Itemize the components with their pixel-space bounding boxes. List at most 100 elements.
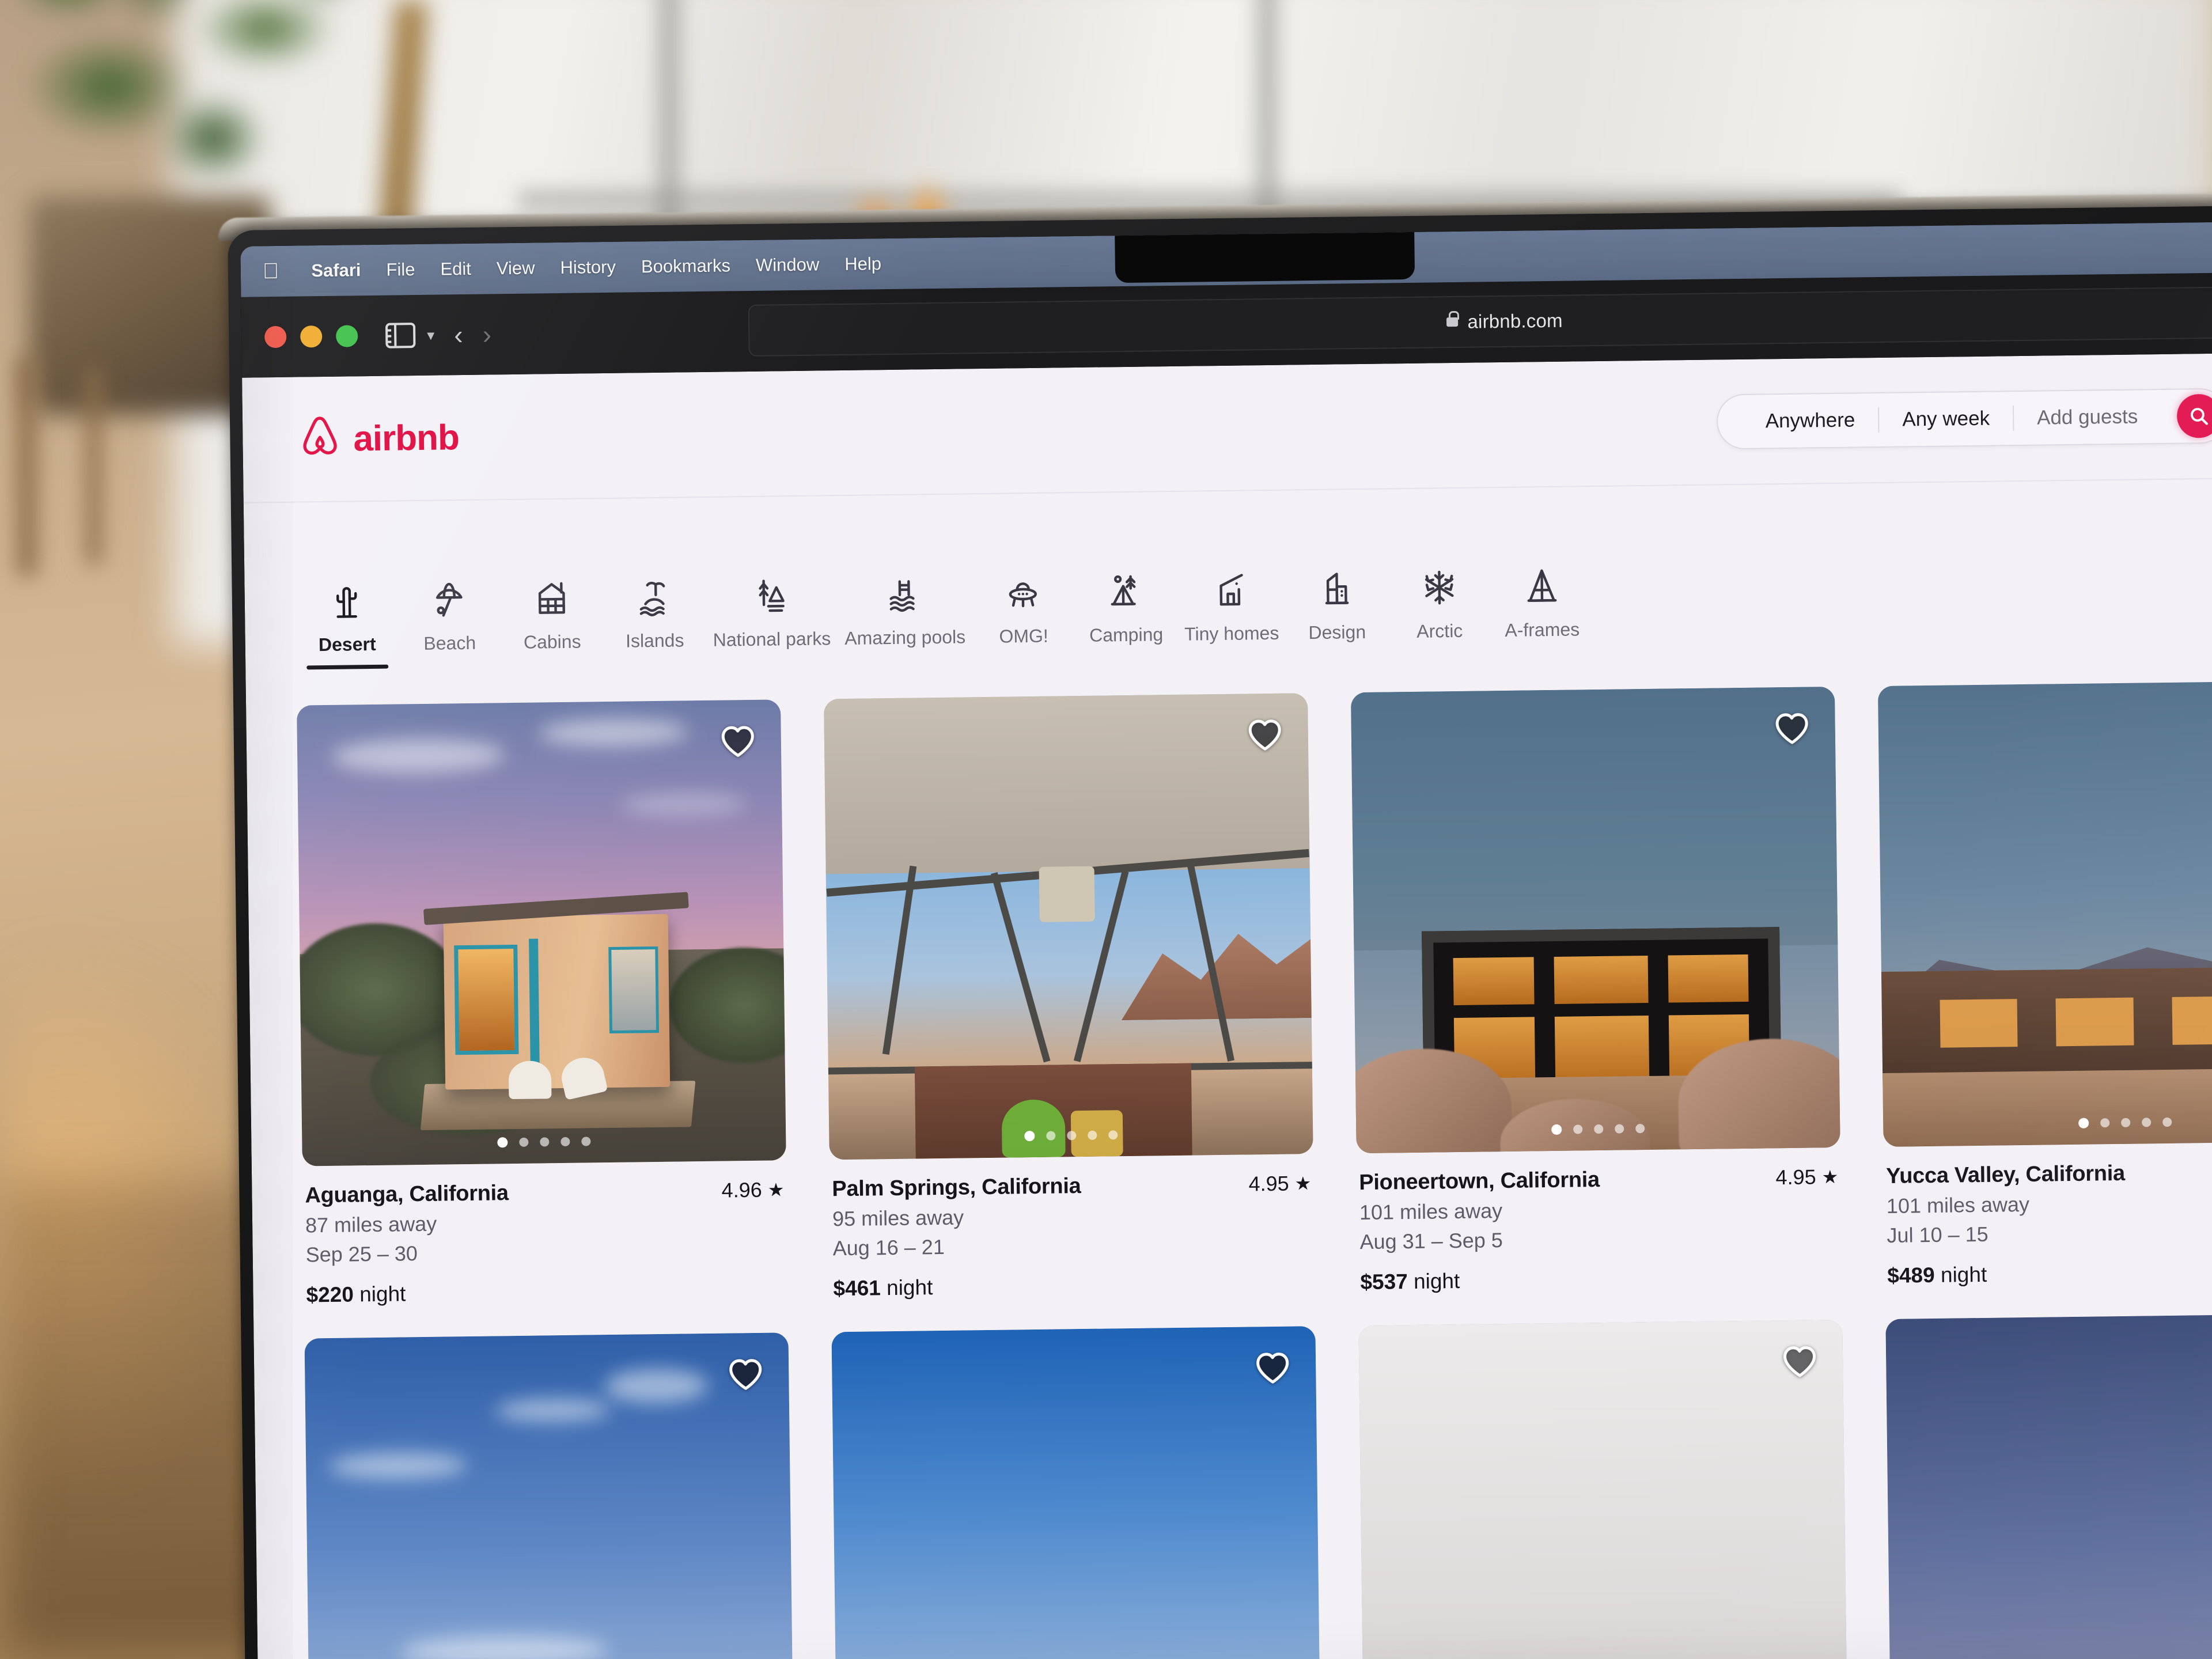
snowflake-icon bbox=[1421, 560, 1457, 608]
listing-photo[interactable] bbox=[1350, 686, 1840, 1154]
listing-photo[interactable] bbox=[1358, 1319, 1849, 1659]
menu-item-help[interactable]: Help bbox=[832, 253, 894, 275]
listing-dates: Aug 16 – 21 bbox=[832, 1234, 945, 1260]
close-button[interactable] bbox=[264, 325, 287, 349]
category-islands[interactable]: Islands bbox=[603, 570, 706, 666]
sidebar-toggle-icon[interactable] bbox=[385, 323, 416, 349]
menu-item-edit[interactable]: Edit bbox=[427, 259, 484, 280]
listing-info: Pioneertown, California 4.95 ★ 101 miles… bbox=[1357, 1147, 1842, 1294]
listing-price: $461 night bbox=[833, 1271, 1312, 1301]
category-amazing-pools[interactable]: Amazing pools bbox=[837, 566, 973, 663]
category-tiny-homes[interactable]: Tiny homes bbox=[1177, 563, 1286, 659]
listing-photo[interactable] bbox=[831, 1326, 1321, 1659]
category-beach[interactable]: Beach bbox=[397, 572, 501, 668]
back-arrow-icon[interactable]: ‹ bbox=[454, 319, 463, 350]
airbnb-page: airbnb Anywhere Any week Add guests Dese… bbox=[242, 353, 2212, 1659]
listing-card[interactable] bbox=[1885, 1313, 2212, 1659]
listing-card[interactable] bbox=[831, 1326, 1321, 1659]
listing-card[interactable] bbox=[304, 1332, 794, 1659]
forward-arrow-icon[interactable]: › bbox=[482, 319, 491, 350]
zoom-button[interactable] bbox=[336, 325, 358, 347]
listing-photo[interactable] bbox=[824, 693, 1313, 1160]
menu-item-history[interactable]: History bbox=[547, 257, 628, 279]
heart-icon[interactable] bbox=[1774, 711, 1810, 748]
listing-price: $537 night bbox=[1360, 1264, 1839, 1294]
heart-icon[interactable] bbox=[720, 724, 756, 761]
price-amount: $220 bbox=[306, 1282, 354, 1307]
listing-title: Palm Springs, California bbox=[832, 1174, 1081, 1202]
minimize-button[interactable] bbox=[300, 325, 323, 348]
listing-distance: 101 miles away bbox=[1886, 1192, 2030, 1218]
listing-distance: 95 miles away bbox=[832, 1205, 964, 1231]
heart-icon[interactable] bbox=[1247, 718, 1283, 755]
price-amount: $489 bbox=[1887, 1263, 1935, 1287]
screen-notch bbox=[1115, 232, 1415, 283]
listing-photo[interactable] bbox=[1877, 680, 2212, 1147]
star-icon: ★ bbox=[767, 1179, 785, 1200]
search-when[interactable]: Any week bbox=[1879, 407, 2013, 431]
photo-dots[interactable] bbox=[1551, 1123, 1645, 1135]
airbnb-wordmark: airbnb bbox=[353, 417, 460, 459]
photo-dots[interactable] bbox=[497, 1136, 591, 1148]
listing-info: Yucca Valley, California 4.95 ★ 101 mile… bbox=[1884, 1141, 2212, 1288]
category-arctic[interactable]: Arctic bbox=[1388, 560, 1491, 656]
chair-leg bbox=[86, 369, 101, 565]
listing-distance: 101 miles away bbox=[1359, 1199, 1503, 1225]
listing-info: Aguanga, California 4.96 ★ 87 miles away… bbox=[302, 1160, 788, 1307]
island-palm-icon bbox=[636, 570, 672, 618]
search-guests[interactable]: Add guests bbox=[2014, 405, 2161, 430]
pool-waves-icon bbox=[887, 567, 923, 615]
listing-price: $220 night bbox=[306, 1277, 785, 1307]
search-bar[interactable]: Anywhere Any week Add guests bbox=[1717, 388, 2212, 450]
menu-item-bookmarks[interactable]: Bookmarks bbox=[628, 255, 743, 277]
price-unit: night bbox=[1940, 1262, 1987, 1287]
url-text: airbnb.com bbox=[1467, 309, 1563, 332]
category-strip[interactable]: Desert Beach Cabins Islands National par… bbox=[244, 478, 2212, 670]
menu-item-safari[interactable]: Safari bbox=[298, 260, 374, 282]
listing-card[interactable] bbox=[1358, 1319, 1849, 1659]
site-header: airbnb Anywhere Any week Add guests bbox=[242, 353, 2212, 503]
listing-rating: 4.95 ★ bbox=[1775, 1165, 1838, 1190]
photo-scene bbox=[297, 699, 786, 1166]
category-camping[interactable]: Camping bbox=[1074, 564, 1178, 660]
airbnb-logo[interactable]: airbnb bbox=[298, 414, 459, 463]
menu-item-window[interactable]: Window bbox=[743, 254, 832, 276]
category-label: Design bbox=[1308, 621, 1366, 643]
listing-title: Pioneertown, California bbox=[1359, 1168, 1600, 1195]
category-omg[interactable]: OMG! bbox=[972, 565, 1075, 661]
photo-scene bbox=[824, 693, 1313, 1160]
category-national-parks[interactable]: National parks bbox=[705, 568, 838, 665]
search-icon[interactable] bbox=[2176, 393, 2212, 438]
listing-distance: 87 miles away bbox=[305, 1211, 437, 1237]
photo-scene bbox=[1885, 1313, 2212, 1659]
category-desert[interactable]: Desert bbox=[295, 573, 399, 669]
listing-price: $489 night bbox=[1887, 1258, 2212, 1288]
listing-card[interactable]: Aguanga, California 4.96 ★ 87 miles away… bbox=[297, 699, 788, 1307]
listing-dates: Jul 10 – 15 bbox=[1887, 1222, 1988, 1247]
listing-photo[interactable] bbox=[297, 699, 786, 1166]
category-cabins[interactable]: Cabins bbox=[500, 571, 604, 667]
category-a-frames[interactable]: A-frames bbox=[1490, 559, 1594, 655]
cactus-icon bbox=[328, 574, 365, 622]
menu-item-view[interactable]: View bbox=[484, 257, 548, 279]
category-design[interactable]: Design bbox=[1285, 561, 1389, 657]
listing-card[interactable]: Palm Springs, California 4.95 ★ 95 miles… bbox=[824, 693, 1315, 1301]
listing-card[interactable]: Pioneertown, California 4.95 ★ 101 miles… bbox=[1350, 686, 1842, 1294]
heart-icon[interactable] bbox=[728, 1357, 764, 1394]
photo-dots[interactable] bbox=[1024, 1130, 1118, 1142]
address-bar[interactable]: airbnb.com bbox=[748, 286, 2212, 357]
photo-dots[interactable] bbox=[2078, 1117, 2172, 1128]
heart-icon[interactable] bbox=[1782, 1344, 1818, 1381]
search-where[interactable]: Anywhere bbox=[1742, 408, 1878, 433]
apple-icon[interactable]:  bbox=[263, 259, 279, 283]
window-controls[interactable] bbox=[264, 325, 358, 349]
star-icon: ★ bbox=[1294, 1173, 1312, 1194]
heart-icon[interactable] bbox=[1255, 1351, 1291, 1388]
a-frame-icon bbox=[1524, 559, 1560, 607]
listings-grid: Aguanga, California 4.96 ★ 87 miles away… bbox=[245, 645, 2212, 1659]
listing-card[interactable]: Yucca Valley, California 4.95 ★ 101 mile… bbox=[1877, 680, 2212, 1288]
listing-photo[interactable] bbox=[304, 1332, 794, 1659]
chevron-down-icon[interactable]: ▾ bbox=[427, 326, 434, 344]
listing-photo[interactable] bbox=[1885, 1313, 2212, 1659]
menu-item-file[interactable]: File bbox=[373, 259, 427, 281]
